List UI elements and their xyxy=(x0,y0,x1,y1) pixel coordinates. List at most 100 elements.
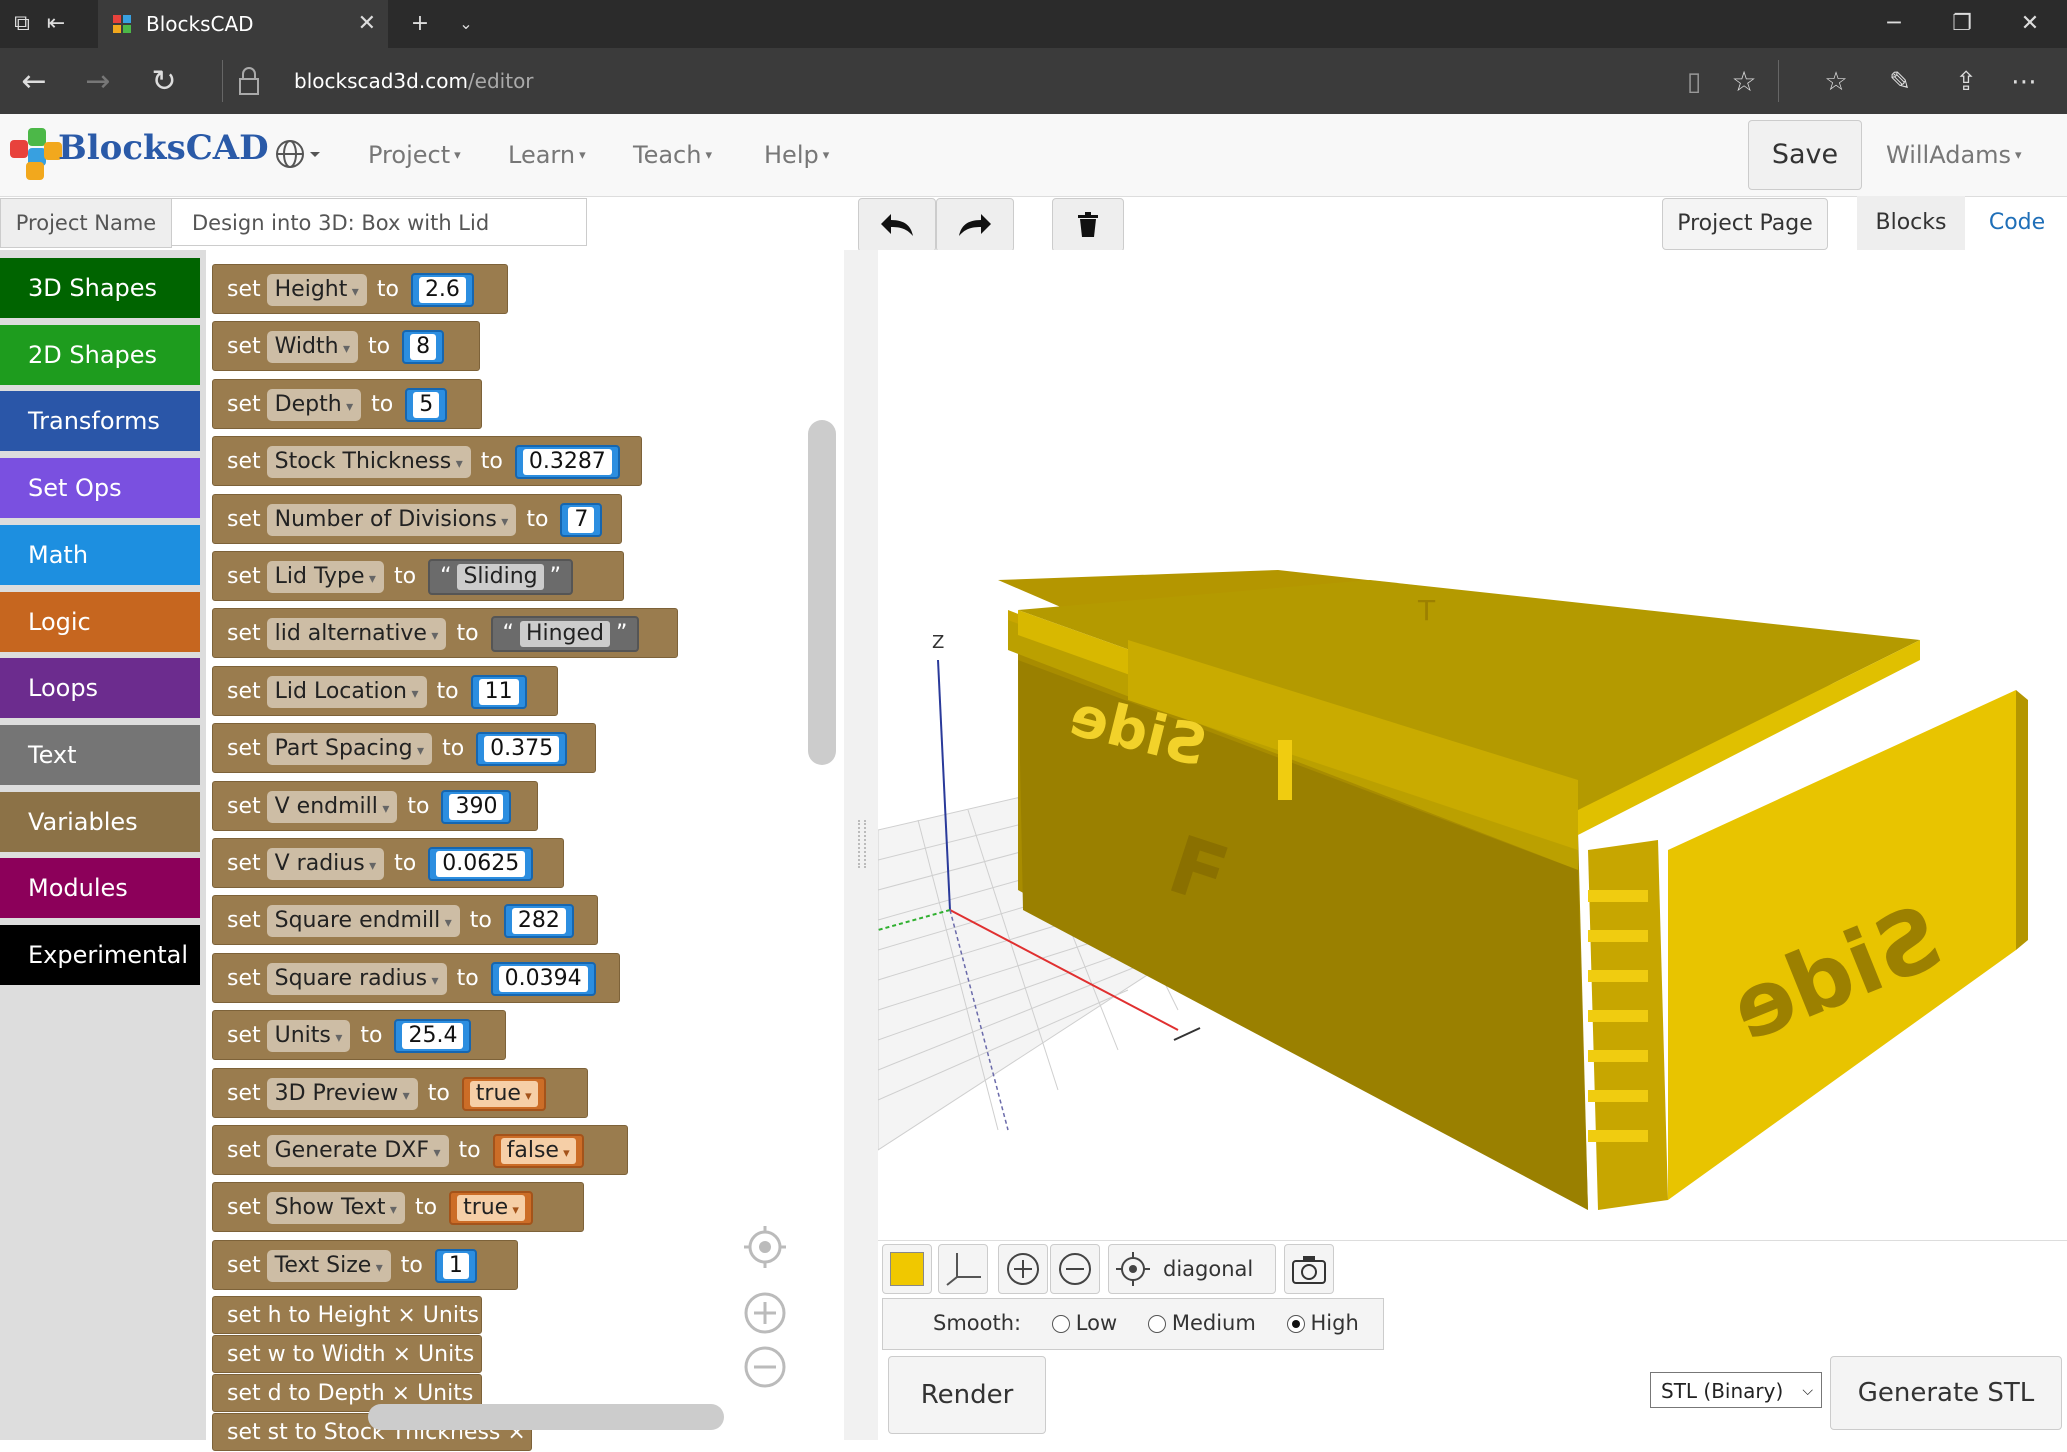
block-value[interactable]: 0.0394 xyxy=(498,965,588,992)
recenter-icon[interactable] xyxy=(744,1226,786,1268)
delete-button[interactable] xyxy=(1052,198,1124,252)
collapsed-set-block[interactable]: set h to Height × Units xyxy=(212,1296,482,1334)
forward-icon[interactable]: → xyxy=(76,60,120,104)
project-name-input[interactable]: Design into 3D: Box with Lid xyxy=(171,198,587,246)
block-value[interactable]: 5 xyxy=(413,391,440,418)
block-value[interactable]: false xyxy=(500,1138,576,1164)
project-page-button[interactable]: Project Page xyxy=(1662,198,1828,250)
model-color-button[interactable] xyxy=(882,1244,932,1294)
variable-dropdown[interactable]: Lid Type xyxy=(266,561,384,593)
menu-help[interactable]: Help ▾ xyxy=(764,138,829,173)
tab-code[interactable]: Code xyxy=(1972,196,2062,250)
menu-project[interactable]: Project ▾ xyxy=(368,138,461,173)
category-loops[interactable]: Loops xyxy=(0,658,200,719)
set-variable-block[interactable]: setText Size to 1 xyxy=(212,1239,518,1290)
generate-stl-button[interactable]: Generate STL xyxy=(1830,1356,2062,1430)
variable-dropdown[interactable]: Depth xyxy=(266,388,362,421)
zoom-out-icon[interactable] xyxy=(744,1346,786,1388)
smooth-medium-radio[interactable] xyxy=(1147,1315,1166,1333)
viewer-zoom-out-button[interactable] xyxy=(1050,1244,1100,1294)
undo-button[interactable] xyxy=(858,198,936,252)
block-value[interactable]: 7 xyxy=(568,506,595,533)
workspace-horizontal-scrollbar[interactable] xyxy=(368,1404,724,1430)
smooth-high-radio[interactable] xyxy=(1286,1315,1305,1333)
variable-dropdown[interactable]: Stock Thickness xyxy=(266,446,471,479)
boolean-block[interactable]: true xyxy=(449,1191,533,1226)
user-menu[interactable]: WillAdams ▾ xyxy=(1886,138,2022,173)
redo-button[interactable] xyxy=(936,198,1014,252)
set-variable-block[interactable]: setNumber of Divisions to 7 xyxy=(212,493,622,544)
variable-dropdown[interactable]: lid alternative xyxy=(266,618,447,651)
number-block[interactable]: 5 xyxy=(405,387,448,422)
variable-dropdown[interactable]: Square radius xyxy=(266,962,447,995)
share-icon[interactable]: ⇪ xyxy=(1944,60,1988,104)
set-variable-block[interactable]: setStock Thickness to 0.3287 xyxy=(212,436,642,487)
set-variable-block[interactable]: setShow Text totrue xyxy=(212,1182,584,1233)
variable-dropdown[interactable]: Lid Location xyxy=(266,675,427,708)
set-variable-block[interactable]: setWidthto 8 xyxy=(212,321,480,372)
block-value[interactable]: 0.0625 xyxy=(436,851,526,877)
new-tab-icon[interactable]: + xyxy=(408,12,432,36)
variable-dropdown[interactable]: Width xyxy=(266,331,359,364)
number-block[interactable]: 11 xyxy=(470,674,527,709)
variable-dropdown[interactable]: V radius xyxy=(266,848,385,880)
variable-dropdown[interactable]: Square endmill xyxy=(266,905,460,938)
tab-list-chevron-icon[interactable]: ⌄ xyxy=(454,12,478,36)
save-button[interactable]: Save xyxy=(1748,120,1862,190)
block-value[interactable]: Sliding xyxy=(457,564,544,590)
number-block[interactable]: 390 xyxy=(441,789,512,824)
viewer-zoom-in-button[interactable] xyxy=(998,1244,1048,1294)
boolean-block[interactable]: true xyxy=(461,1076,546,1111)
set-variable-block[interactable]: setSquare endmill to 282 xyxy=(212,895,598,946)
close-window-icon[interactable]: ✕ xyxy=(2000,0,2060,48)
more-icon[interactable]: ⋯ xyxy=(2002,60,2046,104)
set-variable-block[interactable]: setV radius to 0.0625 xyxy=(212,838,564,888)
render-button[interactable]: Render xyxy=(888,1356,1046,1434)
variable-dropdown[interactable]: V endmill xyxy=(266,790,398,823)
text-block[interactable]: “Hinged” xyxy=(490,616,640,653)
variable-dropdown[interactable]: Units xyxy=(266,1020,351,1053)
reading-view-icon[interactable]: ▯ xyxy=(1672,60,1716,104)
pen-icon[interactable]: ✎ xyxy=(1878,60,1922,104)
export-format-select[interactable]: STL (Binary) ⌵ xyxy=(1650,1372,1822,1408)
view-select[interactable]: diagonal xyxy=(1108,1244,1276,1294)
category-modules[interactable]: Modules xyxy=(0,858,200,919)
favorite-star-icon[interactable]: ☆ xyxy=(1722,60,1766,104)
zoom-in-icon[interactable] xyxy=(744,1292,786,1334)
language-globe-icon[interactable] xyxy=(272,136,324,172)
number-block[interactable]: 0.375 xyxy=(476,732,568,767)
number-block[interactable]: 0.3287 xyxy=(514,445,620,480)
category-variables[interactable]: Variables xyxy=(0,791,200,852)
category-logic[interactable]: Logic xyxy=(0,591,200,652)
variable-dropdown[interactable]: Height xyxy=(266,274,367,306)
set-variable-block[interactable]: setLid Type to “Sliding” xyxy=(212,551,624,601)
set-variable-block[interactable]: set3D Preview totrue xyxy=(212,1067,588,1118)
block-value[interactable]: 2.6 xyxy=(418,277,466,303)
category-transforms[interactable]: Transforms xyxy=(0,391,200,452)
category-text[interactable]: Text xyxy=(0,724,200,785)
text-block[interactable]: “Sliding” xyxy=(428,559,574,595)
favorites-list-icon[interactable]: ☆ xyxy=(1814,60,1858,104)
tab-blocks[interactable]: Blocks xyxy=(1857,196,1965,250)
number-block[interactable]: 282 xyxy=(503,904,574,939)
category-2d-shapes[interactable]: 2D Shapes xyxy=(0,324,200,385)
block-value[interactable]: 8 xyxy=(410,334,437,361)
block-value[interactable]: 1 xyxy=(442,1252,469,1279)
screenshot-button[interactable] xyxy=(1284,1244,1334,1294)
variable-dropdown[interactable]: 3D Preview xyxy=(266,1077,418,1110)
block-value[interactable]: Hinged xyxy=(519,621,611,648)
number-block[interactable]: 0.0625 xyxy=(428,847,534,881)
category-math[interactable]: Math xyxy=(0,524,200,585)
collapsed-set-block[interactable]: set w to Width × Units xyxy=(212,1335,482,1373)
set-variable-block[interactable]: setV endmill to 390 xyxy=(212,780,538,831)
minimize-icon[interactable]: ─ xyxy=(1864,0,1924,48)
block-value[interactable]: 0.3287 xyxy=(522,449,612,476)
axes-toggle-button[interactable] xyxy=(938,1244,988,1294)
block-value[interactable]: 390 xyxy=(449,793,504,820)
number-block[interactable]: 8 xyxy=(402,330,445,365)
url-field[interactable]: blockscad3d.com/editor xyxy=(294,66,534,96)
set-variable-block[interactable]: setPart Spacing to 0.375 xyxy=(212,723,596,774)
panel-splitter[interactable] xyxy=(844,250,878,1440)
3d-viewer[interactable]: Z Side F Side T xyxy=(877,250,2067,1240)
block-value[interactable]: 0.375 xyxy=(484,736,560,763)
